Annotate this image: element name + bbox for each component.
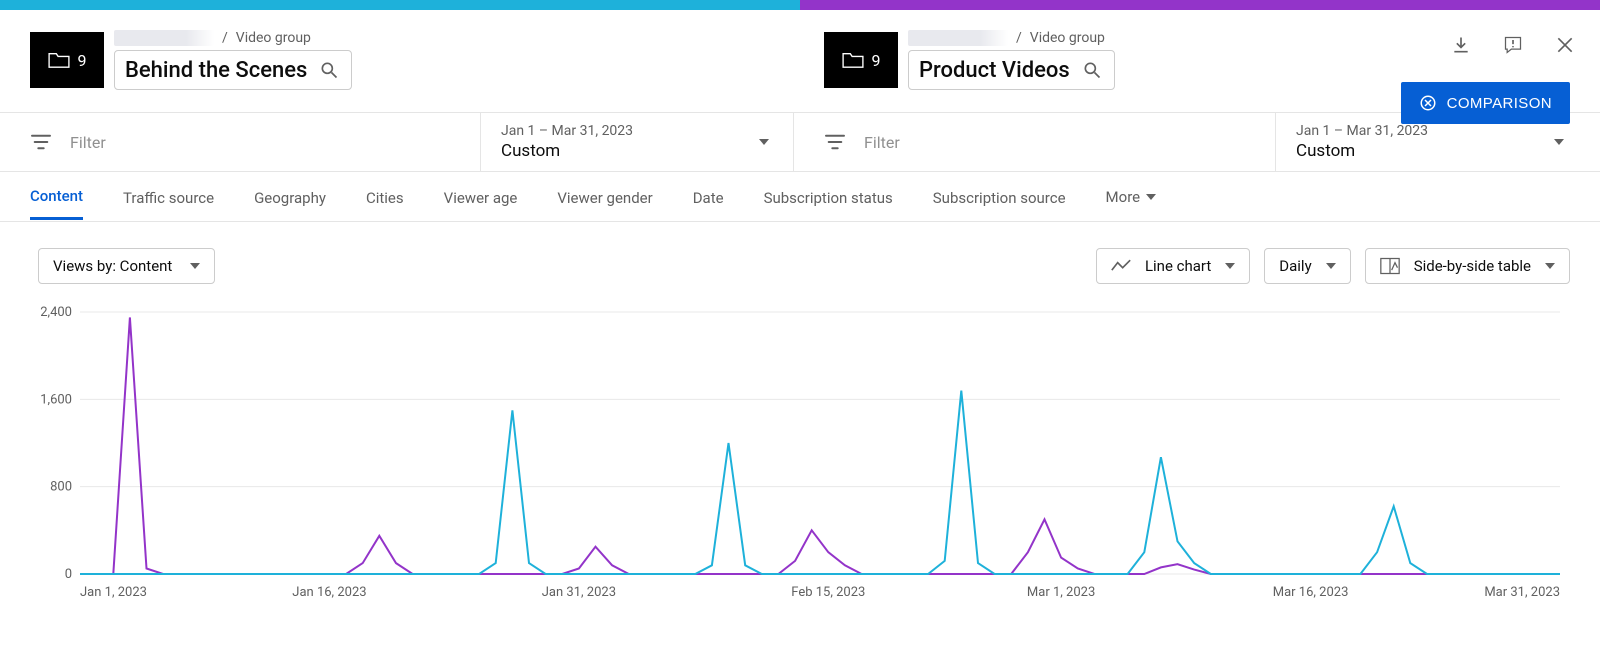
tab-geography[interactable]: Geography: [254, 175, 326, 219]
title-search-left[interactable]: Behind the Scenes: [114, 50, 352, 90]
table-mode-label: Side-by-side table: [1414, 257, 1531, 275]
chevron-down-icon: [1326, 263, 1336, 269]
close-icon[interactable]: [1554, 34, 1576, 56]
svg-text:Mar 31, 2023: Mar 31, 2023: [1484, 585, 1560, 600]
svg-text:800: 800: [50, 480, 72, 495]
svg-text:Jan 1, 2023: Jan 1, 2023: [80, 585, 147, 600]
date-mode-left: Custom: [501, 141, 773, 161]
granularity-label: Daily: [1279, 257, 1311, 275]
line-chart-icon: [1111, 259, 1131, 273]
chevron-down-icon: [1225, 263, 1235, 269]
folder-icon: [842, 51, 864, 69]
group-title-left: Behind the Scenes: [125, 58, 307, 83]
filter-icon: [30, 133, 52, 151]
breadcrumb-sep: /: [1016, 30, 1022, 46]
svg-text:Mar 16, 2023: Mar 16, 2023: [1273, 585, 1349, 600]
chevron-down-icon: [1146, 194, 1156, 200]
filter-right[interactable]: Filter: [794, 113, 1276, 171]
views-by-label: Views by: Content: [53, 257, 172, 275]
series-product-videos: [80, 391, 1560, 574]
breadcrumb-block: [908, 30, 1008, 46]
breadcrumb-left[interactable]: / Video group: [114, 30, 352, 46]
table-mode-dropdown[interactable]: Side-by-side table: [1365, 248, 1570, 284]
filter-placeholder-left: Filter: [70, 133, 106, 152]
folder-count-right: 9: [872, 51, 881, 70]
filter-left[interactable]: Filter: [0, 113, 481, 171]
feedback-icon[interactable]: [1502, 34, 1524, 56]
date-range-left[interactable]: Jan 1 – Mar 31, 2023 Custom: [481, 113, 793, 171]
svg-text:2,400: 2,400: [40, 305, 72, 320]
download-icon[interactable]: [1450, 34, 1472, 56]
chart-type-label: Line chart: [1145, 257, 1211, 275]
tab-traffic-source[interactable]: Traffic source: [123, 175, 214, 219]
breadcrumb-label-right: Video group: [1030, 30, 1105, 46]
group-title-right: Product Videos: [919, 58, 1070, 83]
tab-subscription-source[interactable]: Subscription source: [933, 175, 1066, 219]
chart-area: 0 800 1,600 2,400 Jan 1, 2023 Jan 16, 2023 Jan…: [0, 294, 1600, 612]
chevron-down-icon: [1545, 263, 1555, 269]
chevron-down-icon: [1554, 139, 1564, 145]
side-by-side-table-icon: [1380, 257, 1400, 275]
date-mode-right: Custom: [1296, 141, 1568, 161]
folder-badge-right: 9: [824, 32, 898, 88]
search-icon: [319, 60, 339, 80]
folder-badge-left: 9: [30, 32, 104, 88]
svg-text:Jan 31, 2023: Jan 31, 2023: [542, 585, 616, 600]
tabs-row: Content Traffic source Geography Cities View…: [0, 172, 1600, 222]
breadcrumb-sep: /: [222, 30, 228, 46]
svg-text:1,600: 1,600: [40, 392, 72, 407]
breadcrumb-right[interactable]: / Video group: [908, 30, 1115, 46]
tab-content[interactable]: Content: [30, 173, 83, 220]
series-behind-the-scenes: [80, 318, 1560, 575]
title-search-right[interactable]: Product Videos: [908, 50, 1115, 90]
tab-more[interactable]: More: [1106, 188, 1157, 206]
tab-cities[interactable]: Cities: [366, 175, 404, 219]
tab-subscription-status[interactable]: Subscription status: [764, 175, 893, 219]
breadcrumb-label-left: Video group: [236, 30, 311, 46]
date-range-right[interactable]: Jan 1 – Mar 31, 2023 Custom: [1276, 113, 1588, 171]
svg-text:Feb 15, 2023: Feb 15, 2023: [791, 585, 865, 600]
date-range-text-right: Jan 1 – Mar 31, 2023: [1296, 123, 1568, 139]
filter-placeholder-right: Filter: [864, 133, 900, 152]
views-by-dropdown[interactable]: Views by: Content: [38, 248, 215, 284]
filter-icon: [824, 133, 846, 151]
folder-icon: [48, 51, 70, 69]
search-icon: [1082, 60, 1102, 80]
accent-bar-right: [800, 0, 1600, 10]
granularity-dropdown[interactable]: Daily: [1264, 248, 1350, 284]
tab-viewer-gender[interactable]: Viewer gender: [557, 175, 652, 219]
folder-count-left: 9: [78, 51, 87, 70]
header-actions: [1450, 34, 1576, 56]
tab-viewer-age[interactable]: Viewer age: [444, 175, 518, 219]
comparison-button-label: COMPARISON: [1447, 95, 1552, 112]
tab-date[interactable]: Date: [693, 175, 724, 219]
svg-text:0: 0: [65, 567, 72, 582]
header-left: 9 / Video group Behind the Scenes: [0, 30, 794, 90]
chevron-down-icon: [190, 263, 200, 269]
svg-text:Mar 1, 2023: Mar 1, 2023: [1027, 585, 1095, 600]
svg-text:Jan 16, 2023: Jan 16, 2023: [292, 585, 366, 600]
breadcrumb-block: [114, 30, 214, 46]
chevron-down-icon: [759, 139, 769, 145]
accent-bar-left: [0, 0, 800, 10]
chart-type-dropdown[interactable]: Line chart: [1096, 248, 1250, 284]
date-range-text-left: Jan 1 – Mar 31, 2023: [501, 123, 773, 139]
